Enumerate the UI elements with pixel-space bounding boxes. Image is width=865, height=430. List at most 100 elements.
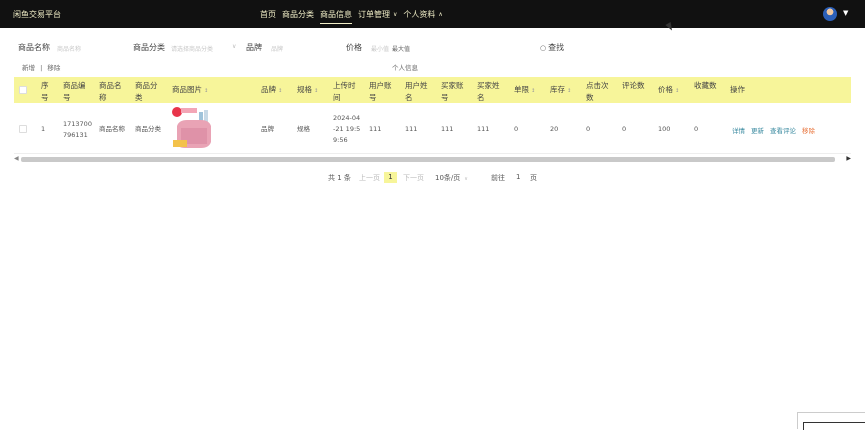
- row-checkbox[interactable]: [19, 125, 27, 133]
- header-index[interactable]: 序号: [41, 80, 53, 104]
- header-image[interactable]: 商品图片 ↕: [172, 84, 208, 97]
- cell-stock: 20: [550, 125, 559, 133]
- product-image[interactable]: [171, 106, 217, 150]
- cell-code: 1713700 796131: [63, 119, 92, 141]
- select-all-checkbox[interactable]: [19, 86, 27, 94]
- page-size-select[interactable]: 10条/页 ∨: [435, 173, 468, 183]
- nav-order-mgmt[interactable]: 订单管理 ∨: [358, 9, 397, 24]
- scrollbar-thumb[interactable]: [21, 157, 835, 162]
- header-user-account[interactable]: 用户账号: [369, 80, 397, 104]
- table-row: 1 1713700 796131 商品名称 商品分类 品牌 规格 2024-04 -…: [14, 104, 851, 154]
- page-size-label: 10条/页: [435, 174, 461, 182]
- cell-comments: 0: [622, 125, 627, 133]
- header-price[interactable]: 价格 ↕: [658, 84, 679, 97]
- brand-title[interactable]: 闲鱼交易平台: [13, 9, 61, 20]
- brand-input[interactable]: 品牌: [271, 40, 331, 54]
- cell-category: 商品分类: [135, 125, 161, 133]
- cell-code-line1: 1713700: [63, 120, 92, 128]
- remove-button[interactable]: 移除: [47, 64, 60, 72]
- price-label: 价格: [346, 43, 362, 52]
- main-nav: 首页 商品分类 商品信息 订单管理 ∨ 个人资料 ∧: [260, 9, 449, 24]
- top-navbar: 闲鱼交易平台 首页 商品分类 商品信息 订单管理 ∨ 个人资料 ∧ ▼: [0, 0, 865, 28]
- page-unit: 页: [530, 174, 537, 182]
- cell-time: 2024-04 -21 19:5 9:56: [333, 113, 360, 146]
- nav-order-mgmt-label: 订单管理: [358, 10, 390, 19]
- cell-favorites: 0: [694, 125, 699, 133]
- cell-user-name: 111: [405, 125, 418, 133]
- header-limit[interactable]: 单限 ↕: [514, 84, 535, 97]
- next-page-button[interactable]: 下一页: [403, 173, 424, 183]
- header-spec[interactable]: 规格 ↕: [297, 84, 318, 97]
- remove-row-button[interactable]: 移除: [802, 125, 815, 135]
- header-time[interactable]: 上传时间: [333, 80, 361, 104]
- horizontal-scrollbar[interactable]: ◀ ▶: [14, 155, 851, 163]
- goto-label: 前往: [491, 174, 505, 182]
- header-limit-label: 单限: [514, 85, 529, 94]
- header-clicks[interactable]: 点击次数: [586, 80, 614, 104]
- header-buyer-name[interactable]: 买家姓名: [477, 80, 505, 104]
- find-button-label: 查找: [548, 43, 565, 52]
- find-button[interactable]: ○ 查找: [540, 42, 564, 53]
- divider: |: [40, 64, 43, 72]
- caret-down-icon[interactable]: ▼: [843, 9, 848, 17]
- price-min-input[interactable]: 最小值: [371, 40, 391, 54]
- cell-time-line1: 2024-04: [333, 114, 361, 122]
- header-comments[interactable]: 评论数: [622, 80, 650, 92]
- total-count: 共 1 条: [328, 174, 351, 182]
- cell-clicks: 0: [586, 125, 591, 133]
- cell-code-line2: 796131: [63, 131, 88, 139]
- category-select[interactable]: 请选择商品分类: [171, 40, 235, 54]
- header-ops: 操作: [730, 85, 745, 94]
- table-header: 序号 商品编号 商品名称 商品分类 商品图片 ↕ 品牌 ↕ 规格 ↕ 上传时间 用户账…: [14, 77, 851, 103]
- chevron-down-icon: ∨: [393, 11, 398, 18]
- edit-button[interactable]: 更新: [751, 125, 764, 135]
- sort-icon: ↕: [204, 88, 209, 94]
- scroll-left-icon[interactable]: ◀: [14, 155, 19, 162]
- brand-label: 品牌: [246, 43, 262, 52]
- header-stock-label: 库存: [550, 85, 565, 94]
- nav-home[interactable]: 首页: [260, 9, 276, 24]
- sort-icon: ↕: [531, 88, 536, 94]
- price-max-input[interactable]: 最大值: [392, 40, 442, 54]
- header-user-name[interactable]: 用户姓名: [405, 80, 433, 104]
- chevron-down-icon: ∨: [232, 43, 237, 50]
- table-actions: 新增 | 移除: [22, 62, 63, 72]
- cell-buyer-account: 111: [441, 125, 454, 133]
- add-button[interactable]: 新增: [22, 64, 35, 72]
- name-input[interactable]: 商品名称: [57, 40, 127, 54]
- prev-page-button[interactable]: 上一页: [359, 173, 380, 183]
- detail-button[interactable]: 详情: [732, 125, 745, 135]
- cell-brand: 品牌: [261, 125, 274, 133]
- nav-profile[interactable]: 个人资料 ∧: [403, 9, 442, 24]
- nav-profile-label: 个人资料: [403, 10, 436, 19]
- avatar[interactable]: [823, 7, 837, 21]
- current-page[interactable]: 1: [384, 172, 397, 183]
- nav-category[interactable]: 商品分类: [282, 9, 314, 24]
- goto-input[interactable]: 1: [516, 173, 520, 181]
- cell-user-account: 111: [369, 125, 382, 133]
- cell-time-line3: 9:56: [333, 136, 348, 144]
- corner-widget: [797, 412, 865, 430]
- view-comments-button[interactable]: 查看评论: [770, 125, 796, 135]
- header-name[interactable]: 商品名称: [99, 80, 127, 104]
- header-brand[interactable]: 品牌 ↕: [261, 84, 282, 97]
- header-favorites[interactable]: 收藏数: [694, 80, 722, 92]
- header-spec-label: 规格: [297, 85, 312, 94]
- header-category[interactable]: 商品分类: [135, 80, 163, 104]
- chevron-down-icon: ∨: [464, 176, 468, 182]
- header-stock[interactable]: 库存 ↕: [550, 84, 571, 97]
- chevron-up-icon: ∧: [438, 11, 443, 18]
- personal-info-text[interactable]: 个人信息: [392, 62, 418, 72]
- cell-spec: 规格: [297, 125, 310, 133]
- sort-icon: ↕: [314, 88, 319, 94]
- header-image-label: 商品图片: [172, 85, 202, 94]
- cell-name: 商品名称: [99, 125, 125, 133]
- sort-icon: ↕: [278, 88, 283, 94]
- cell-price: 100: [658, 125, 671, 133]
- header-buyer-account[interactable]: 买家账号: [441, 80, 469, 104]
- scroll-right-icon[interactable]: ▶: [846, 155, 851, 162]
- nav-goods-info[interactable]: 商品信息: [320, 9, 352, 24]
- header-price-label: 价格: [658, 85, 673, 94]
- header-code[interactable]: 商品编号: [63, 80, 91, 104]
- cell-limit: 0: [514, 125, 519, 133]
